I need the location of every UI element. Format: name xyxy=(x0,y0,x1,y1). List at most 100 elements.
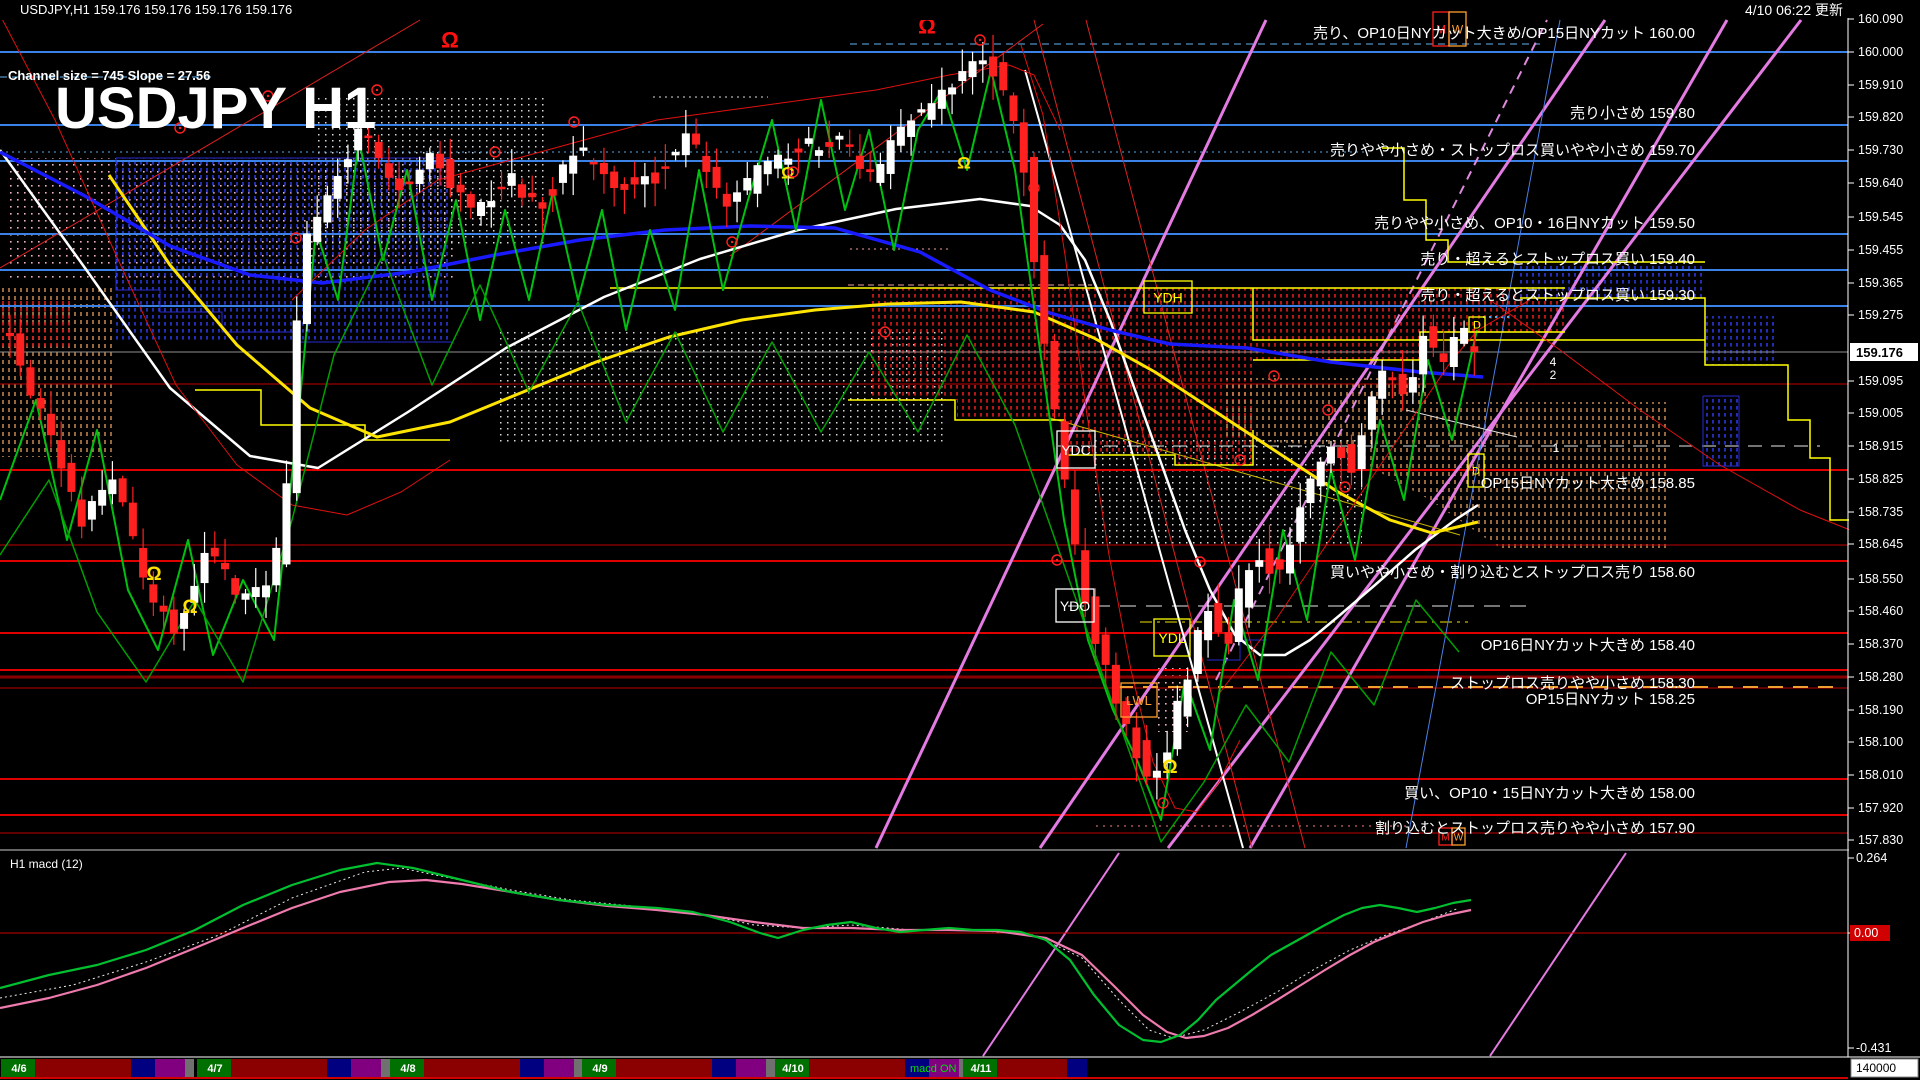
candle-body xyxy=(283,484,290,564)
level-label-text: YDO xyxy=(1060,598,1090,614)
channel-info-label: Channel size = 745 Slope = 27.56 xyxy=(8,68,210,83)
candle-body xyxy=(7,333,14,335)
candle-body xyxy=(1338,448,1345,458)
axis-tick-label: 159.095 xyxy=(1858,374,1903,388)
candle-body xyxy=(959,72,966,81)
axis-tick-label: 158.280 xyxy=(1858,670,1903,684)
update-timestamp: 4/10 06:22 更新 xyxy=(1745,2,1843,18)
order-annotation: OP16日NYカット大きめ 158.40 xyxy=(1481,637,1695,654)
session-segment xyxy=(616,1059,712,1077)
candle-body xyxy=(88,502,95,520)
date-label: 4/10 xyxy=(782,1063,803,1075)
axis-tick-label: 158.010 xyxy=(1858,768,1903,782)
session-segment xyxy=(544,1059,574,1077)
candle-body xyxy=(437,154,444,168)
candle-body xyxy=(1430,327,1437,348)
axis-tick-label: 159.275 xyxy=(1858,308,1903,322)
price-axis[interactable]: 160.090160.000159.910159.820159.730159.6… xyxy=(1848,0,1920,1080)
candle-body xyxy=(764,161,771,173)
candle-body xyxy=(805,139,812,144)
axis-tick-label: 159.455 xyxy=(1858,243,1903,257)
candle-body xyxy=(734,193,741,201)
candle-body xyxy=(1174,701,1181,748)
candle-body xyxy=(1082,551,1089,604)
axis-tick-label: 157.830 xyxy=(1858,833,1903,847)
candle-body xyxy=(641,177,648,184)
candle-body xyxy=(1194,631,1201,674)
candle-body xyxy=(1051,341,1058,408)
candle-body xyxy=(836,136,843,139)
candle-body xyxy=(1348,445,1355,473)
candle-body xyxy=(969,62,976,77)
order-annotation: 売りやや小さめ・ストップロス買いやや小さめ 159.70 xyxy=(1330,142,1695,159)
axis-tick-label: 159.730 xyxy=(1858,143,1903,157)
candle-body xyxy=(1440,354,1447,362)
candle-body xyxy=(1092,597,1099,644)
candle-body xyxy=(826,143,833,147)
candle-body xyxy=(1010,96,1017,121)
candle-body xyxy=(293,321,300,493)
level-label-text: YDH xyxy=(1153,289,1183,305)
session-segment xyxy=(766,1059,775,1077)
candle-body xyxy=(529,193,536,196)
trend-line[interactable] xyxy=(1490,853,1626,1056)
axis-tick-label: 159.910 xyxy=(1858,78,1903,92)
sell-signal-dot xyxy=(979,39,981,41)
candle-body xyxy=(1276,560,1283,569)
candle-body xyxy=(519,185,526,197)
candle-body xyxy=(990,57,997,76)
session-segment xyxy=(520,1059,544,1077)
candle-body xyxy=(1358,436,1365,469)
sell-signal-dot xyxy=(1344,486,1346,488)
candle-body xyxy=(918,110,925,112)
candle-body xyxy=(1266,549,1273,573)
candle-body xyxy=(580,148,587,150)
axis-tick-label: 158.915 xyxy=(1858,439,1903,453)
sell-signal-dot xyxy=(1273,375,1275,377)
axis-tick-label: 159.545 xyxy=(1858,210,1903,224)
axis-tick-label: 0.264 xyxy=(1856,851,1887,865)
axis-tick-label: 158.100 xyxy=(1858,735,1903,749)
axis-tick-label: 158.550 xyxy=(1858,572,1903,586)
level-label-text: YDL xyxy=(1158,630,1185,646)
candle-body xyxy=(1184,680,1191,716)
candle-body xyxy=(263,586,270,597)
sell-signal-dot xyxy=(1327,409,1329,411)
session-segment xyxy=(185,1059,194,1077)
candle-body xyxy=(703,156,710,171)
chart-canvas[interactable]: ΩΩΩΩΩΩΩ YDHYDCYDOYDLLWLDDMWMW 421売り、OP10… xyxy=(0,0,1920,1080)
macd-panel-label: H1 macd (12) xyxy=(10,857,83,871)
trend-line[interactable] xyxy=(983,853,1119,1056)
candle-body xyxy=(109,480,116,494)
candle-body xyxy=(856,156,863,168)
level-label-text: D xyxy=(1473,320,1481,332)
omega-marker: Ω xyxy=(957,154,971,173)
macd-dotted-line xyxy=(0,868,1459,1038)
candle-body xyxy=(406,182,413,184)
time-axis-bar[interactable]: 4/64/74/84/94/104/11macd ON140000 xyxy=(0,1057,1920,1078)
session-segment xyxy=(1067,1059,1087,1077)
candle-body xyxy=(17,334,24,365)
session-segment xyxy=(736,1059,766,1077)
candle-body xyxy=(160,606,167,611)
candle-body xyxy=(1327,447,1334,463)
candle-body xyxy=(682,134,689,155)
candle-body xyxy=(1461,328,1468,343)
candle-body xyxy=(1112,665,1119,703)
order-annotation: 売り、OP10日NYカット大きめ/OP15日NYカット 160.00 xyxy=(1313,25,1695,42)
session-segment xyxy=(381,1059,390,1077)
cloud-region xyxy=(0,300,73,350)
candle-body xyxy=(908,121,915,136)
axis-tick-label: 159.005 xyxy=(1858,406,1903,420)
candle-body xyxy=(508,174,515,186)
scale-box-label: 140000 xyxy=(1856,1061,1896,1075)
candle-body xyxy=(877,164,884,182)
candle-body xyxy=(1420,336,1427,373)
candle-body xyxy=(426,154,433,169)
axis-tick-label: 157.920 xyxy=(1858,801,1903,815)
session-segment xyxy=(351,1059,381,1077)
candle-body xyxy=(867,170,874,172)
axis-tick-label: 160.090 xyxy=(1858,12,1903,26)
candle-body xyxy=(815,151,822,156)
candle-body xyxy=(1041,256,1048,344)
